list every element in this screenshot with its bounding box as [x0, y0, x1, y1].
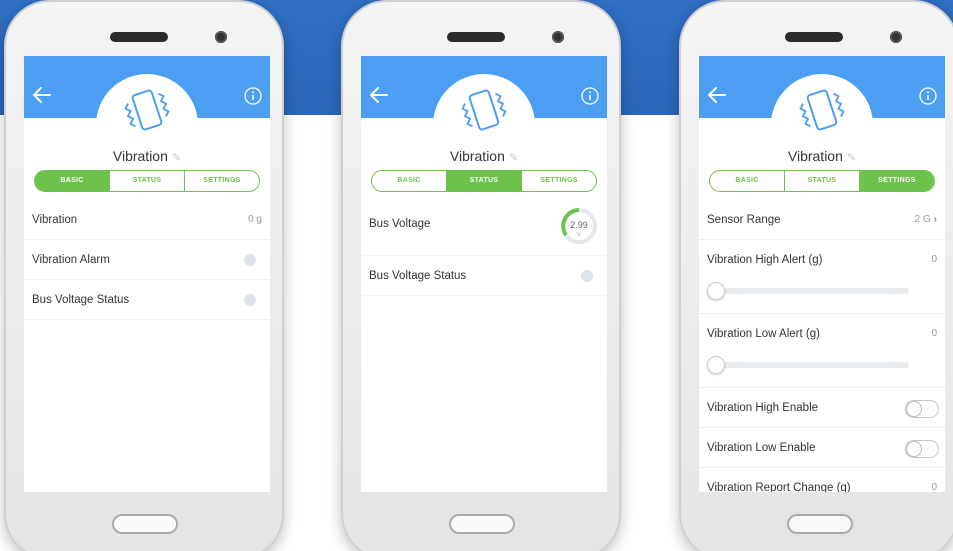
row-value: 0	[931, 482, 937, 492]
phone-speaker	[785, 32, 843, 42]
slider-track[interactable]	[715, 362, 909, 368]
vibration-phone-icon	[124, 89, 170, 131]
list-item: Vibration High Alert (g) 0	[699, 240, 945, 314]
pencil-icon[interactable]: ✎	[172, 152, 181, 164]
vibration-phone-icon	[799, 89, 845, 131]
row-label: Bus Voltage	[369, 218, 431, 230]
row-value: 0	[931, 328, 937, 339]
phone-camera	[215, 31, 227, 43]
pencil-icon[interactable]: ✎	[509, 152, 518, 164]
info-icon[interactable]	[581, 87, 599, 105]
row-label: Vibration Alarm	[32, 254, 110, 266]
tab-basic[interactable]: BASIC	[710, 171, 784, 191]
phone-settings: Vibration ✎ BASIC STATUS SETTINGS Sensor …	[679, 0, 953, 551]
phone-basic: Vibration ✎ BASIC STATUS SETTINGS Vibrati…	[4, 0, 284, 551]
toggle-knob	[906, 401, 922, 417]
list-item: Vibration Alarm	[24, 240, 270, 280]
info-icon[interactable]	[919, 87, 937, 105]
slider-handle[interactable]	[707, 356, 725, 374]
gauge-unit: V	[577, 232, 581, 238]
tab-status[interactable]: STATUS	[109, 171, 184, 191]
chevron-right-icon[interactable]: ›	[934, 214, 937, 225]
tab-status[interactable]: STATUS	[446, 171, 521, 191]
list-item: Vibration Report Change (g) 0	[699, 468, 945, 492]
arrow-left-icon[interactable]	[707, 86, 727, 104]
row-label: Sensor Range	[707, 214, 781, 226]
list-item: Vibration Low Alert (g) 0	[699, 314, 945, 388]
list-item: Vibration Low Enable	[699, 428, 945, 468]
tab-settings[interactable]: SETTINGS	[184, 171, 259, 191]
device-name[interactable]: Vibration ✎	[699, 148, 945, 164]
slider-track[interactable]	[715, 288, 909, 294]
row-label: Vibration High Enable	[707, 402, 819, 414]
data-list: Vibration 0 g Vibration Alarm Bus Voltag…	[24, 200, 270, 320]
tab-basic[interactable]: BASIC	[35, 171, 109, 191]
toggle-switch[interactable]	[905, 440, 939, 458]
tab-status[interactable]: STATUS	[784, 171, 859, 191]
app-screen: Vibration ✎ BASIC STATUS SETTINGS Sensor …	[699, 56, 945, 492]
row-label: Bus Voltage Status	[369, 270, 467, 282]
app-screen: Vibration ✎ BASIC STATUS SETTINGS Bus Vol…	[361, 56, 607, 492]
toggle-switch[interactable]	[905, 400, 939, 418]
app-screen: Vibration ✎ BASIC STATUS SETTINGS Vibrati…	[24, 56, 270, 492]
tab-bar: BASIC STATUS SETTINGS	[34, 170, 260, 192]
status-indicator	[581, 270, 593, 282]
status-indicator	[244, 294, 256, 306]
pencil-icon[interactable]: ✎	[847, 152, 856, 164]
phone-camera	[552, 31, 564, 43]
device-name[interactable]: Vibration ✎	[361, 148, 607, 164]
toggle-knob	[906, 441, 922, 457]
vibration-phone-icon	[461, 89, 507, 131]
home-button[interactable]	[787, 514, 853, 534]
tab-bar: BASIC STATUS SETTINGS	[371, 170, 597, 192]
device-name[interactable]: Vibration ✎	[24, 148, 270, 164]
phone-status: Vibration ✎ BASIC STATUS SETTINGS Bus Vol…	[341, 0, 621, 551]
row-value: 0	[931, 254, 937, 265]
tab-settings[interactable]: SETTINGS	[859, 171, 934, 191]
list-item: Bus Voltage Status	[24, 280, 270, 320]
row-label: Vibration High Alert (g)	[707, 254, 823, 266]
settings-list: Sensor Range 2 G › Vibration High Alert (…	[699, 200, 945, 492]
list-item: Bus Voltage 2.99 V	[361, 200, 607, 256]
slider-handle[interactable]	[707, 282, 725, 300]
row-value: 2 G ›	[914, 214, 937, 225]
list-item: Vibration 0 g	[24, 200, 270, 240]
list-item[interactable]: Sensor Range 2 G ›	[699, 200, 945, 240]
row-label: Vibration Low Enable	[707, 442, 816, 454]
home-button[interactable]	[112, 514, 178, 534]
arrow-left-icon[interactable]	[32, 86, 52, 104]
tab-bar: BASIC STATUS SETTINGS	[709, 170, 935, 192]
row-label: Vibration Low Alert (g)	[707, 328, 820, 340]
gauge-value: 2.99	[570, 220, 588, 230]
status-indicator	[244, 254, 256, 266]
row-label: Vibration	[32, 214, 78, 226]
home-button[interactable]	[449, 514, 515, 534]
list-item: Vibration High Enable	[699, 388, 945, 428]
tab-basic[interactable]: BASIC	[372, 171, 446, 191]
tab-settings[interactable]: SETTINGS	[521, 171, 596, 191]
info-icon[interactable]	[244, 87, 262, 105]
list-item: Bus Voltage Status	[361, 256, 607, 296]
phone-speaker	[447, 32, 505, 42]
arrow-left-icon[interactable]	[369, 86, 389, 104]
data-list: Bus Voltage 2.99 V Bus Voltage Status	[361, 200, 607, 296]
phone-speaker	[110, 32, 168, 42]
row-label: Bus Voltage Status	[32, 294, 130, 306]
row-value: 0 g	[248, 214, 262, 225]
row-label: Vibration Report Change (g)	[707, 482, 851, 492]
phone-camera	[890, 31, 902, 43]
